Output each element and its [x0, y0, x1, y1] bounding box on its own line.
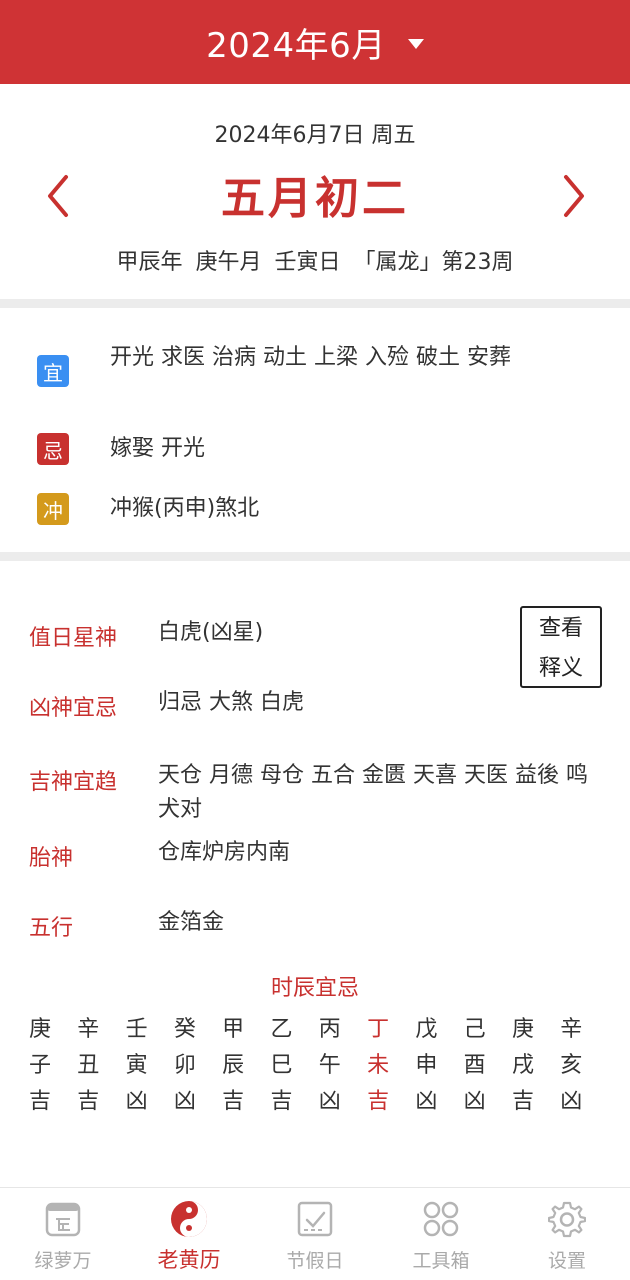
- hour-luck: 吉: [367, 1089, 390, 1114]
- hour-column: 丙午凶: [306, 1012, 354, 1120]
- hour-branch: 巳: [270, 1053, 293, 1078]
- tab-almanac[interactable]: 老黄历: [126, 1188, 252, 1280]
- yin-yang-icon: [171, 1201, 207, 1237]
- hour-column: 辛亥凶: [547, 1012, 595, 1120]
- hour-luck: 吉: [222, 1089, 245, 1114]
- hour-branch: 丑: [77, 1053, 100, 1078]
- tab-settings[interactable]: 设置: [504, 1188, 630, 1280]
- hour-column: 己酉凶: [451, 1012, 499, 1120]
- calendar-icon: [45, 1202, 81, 1237]
- detail-label: 值日星神: [29, 626, 118, 651]
- hour-column: 戊申凶: [402, 1012, 450, 1120]
- tab-holidays[interactable]: 节假日: [252, 1188, 378, 1280]
- hour-branch: 午: [318, 1053, 341, 1078]
- ji-text: 嫁娶 开光: [110, 436, 205, 461]
- hours-title: 时辰宜忌: [270, 976, 359, 1001]
- hour-luck: 凶: [125, 1089, 148, 1114]
- hour-stem: 辛: [560, 1017, 583, 1042]
- solar-date: 2024年6月7日 周五: [214, 123, 416, 148]
- detail-value: 天仓 月德 母仓 五合 金匮 天喜 天医 益後 鸣犬对: [158, 763, 588, 822]
- section-divider: [0, 552, 630, 561]
- month-title[interactable]: 2024年6月: [206, 18, 386, 67]
- section-divider: [0, 299, 630, 308]
- hour-stem: 庚: [511, 1017, 534, 1042]
- hour-branch: 辰: [222, 1053, 245, 1078]
- tab-toolbox[interactable]: 工具箱: [378, 1188, 504, 1280]
- hour-column: 癸卯凶: [161, 1012, 209, 1120]
- yi-text: 开光 求医 治病 动土 上梁 入殓 破土 安葬: [110, 345, 511, 370]
- detail-label: 凶神宜忌: [29, 696, 118, 721]
- hour-branch: 卯: [173, 1053, 196, 1078]
- yiji-panel: 宜 开光 求医 治病 动土 上梁 入殓 破土 安葬 忌 嫁娶 开光 冲 冲猴(丙…: [0, 308, 630, 552]
- caret-down-icon[interactable]: [407, 39, 424, 49]
- hour-stem: 己: [463, 1017, 486, 1042]
- detail-label: 吉神宜趋: [29, 770, 118, 795]
- hour-branch: 未: [367, 1053, 390, 1078]
- hour-stem: 甲: [222, 1017, 245, 1042]
- hour-stem: 丙: [318, 1017, 341, 1042]
- month-selector[interactable]: 2024年6月: [0, 0, 630, 84]
- hour-luck: 凶: [173, 1089, 196, 1114]
- hour-luck: 凶: [463, 1089, 486, 1114]
- hour-column: 壬寅凶: [113, 1012, 161, 1120]
- tab-label: 绿萝万: [34, 1250, 92, 1272]
- gear-icon: [548, 1201, 586, 1238]
- hour-luck: 凶: [560, 1089, 583, 1114]
- date-panel: 2024年6月7日 周五 五月初二 甲辰年 庚午月 壬寅日 「属龙」第23周: [0, 84, 630, 299]
- detail-label: 五行: [29, 916, 74, 941]
- hour-luck: 吉: [270, 1089, 293, 1114]
- bottom-tab-bar: 绿萝万 老黄历 节假日 工具箱 设置: [0, 1187, 630, 1280]
- hour-luck: 吉: [511, 1089, 534, 1114]
- checklist-icon: [297, 1201, 333, 1237]
- hour-branch: 酉: [463, 1053, 486, 1078]
- tab-label: 工具箱: [412, 1250, 470, 1272]
- detail-value: 仓库炉房内南: [158, 840, 291, 865]
- hour-stem: 癸: [173, 1017, 196, 1042]
- hour-column: 庚戌吉: [499, 1012, 547, 1120]
- chong-text: 冲猴(丙申)煞北: [110, 496, 260, 521]
- hour-luck: 凶: [318, 1089, 341, 1114]
- hour-stem: 辛: [77, 1017, 100, 1042]
- chevron-right-icon: [564, 175, 584, 217]
- tab-label: 老黄历: [157, 1248, 221, 1272]
- hour-column: 辛丑吉: [64, 1012, 112, 1120]
- tab-label: 节假日: [286, 1250, 344, 1272]
- detail-value: 金箔金: [158, 910, 225, 935]
- hour-stem: 戊: [415, 1017, 438, 1042]
- hour-stem: 丁: [367, 1017, 390, 1042]
- next-day-button[interactable]: [554, 168, 594, 224]
- hour-stem: 壬: [125, 1017, 148, 1042]
- chong-badge: 冲: [37, 493, 69, 525]
- hour-branch: 戌: [511, 1053, 534, 1078]
- yi-badge: 宜: [37, 355, 69, 387]
- hour-column: 甲辰吉: [209, 1012, 257, 1120]
- lunar-date: 五月初二: [221, 173, 409, 224]
- hour-branch: 亥: [560, 1053, 583, 1078]
- ganzhi-info: 甲辰年 庚午月 壬寅日 「属龙」第23周: [116, 250, 514, 275]
- ji-badge: 忌: [37, 433, 69, 465]
- hour-stem: 乙: [270, 1017, 293, 1042]
- hour-branch: 子: [28, 1053, 51, 1078]
- hour-column: 乙巳吉: [258, 1012, 306, 1120]
- tab-calendar[interactable]: 绿萝万: [0, 1188, 126, 1280]
- hour-column: 丁未吉: [354, 1012, 402, 1120]
- hour-column: 庚子吉: [16, 1012, 64, 1120]
- hour-luck: 凶: [415, 1089, 438, 1114]
- view-explanation-button[interactable]: 查看 释义: [520, 606, 602, 688]
- detail-label: 胎神: [29, 846, 74, 871]
- hour-stem: 庚: [28, 1017, 51, 1042]
- hour-luck: 吉: [28, 1089, 51, 1114]
- hour-branch: 申: [415, 1053, 438, 1078]
- grid-icon: [423, 1201, 459, 1237]
- view-explanation-label: 查看 释义: [538, 616, 583, 681]
- hour-branch: 寅: [125, 1053, 148, 1078]
- detail-value: 归忌 大煞 白虎: [158, 690, 304, 715]
- hour-luck: 吉: [77, 1089, 100, 1114]
- tab-label: 设置: [547, 1250, 586, 1272]
